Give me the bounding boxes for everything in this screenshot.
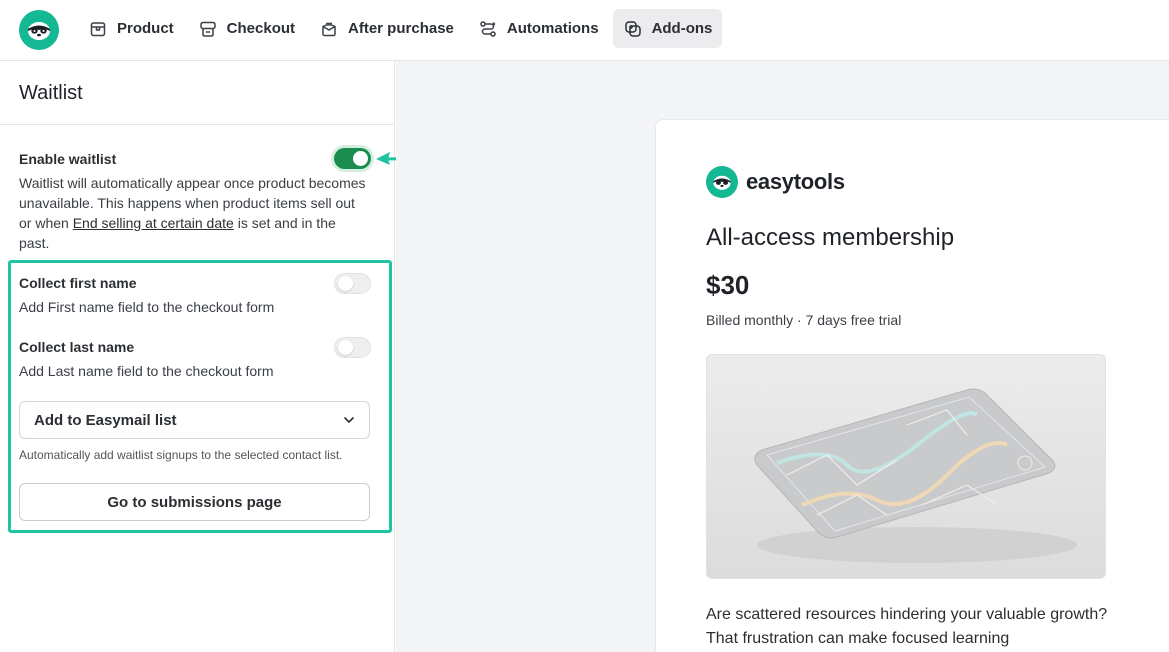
tab-checkout[interactable]: Checkout	[188, 9, 305, 48]
tab-automations[interactable]: Automations	[468, 9, 609, 48]
brand-name: easytools	[746, 169, 845, 194]
tab-label: After purchase	[348, 20, 454, 37]
tab-after-purchase[interactable]: After purchase	[309, 9, 464, 48]
package-icon	[319, 19, 339, 39]
sloth-logo-icon[interactable]	[19, 10, 59, 50]
go-to-submissions-button[interactable]: Go to submissions page	[19, 483, 370, 521]
enable-waitlist-toggle[interactable]	[334, 148, 371, 169]
tab-label: Checkout	[226, 20, 296, 37]
top-navigation-bar: Product Checkout After purchase Automati…	[0, 0, 1169, 61]
tab-product[interactable]: Product	[78, 9, 184, 48]
enable-waitlist-label: Enable waitlist	[19, 151, 117, 167]
nav-tabs: Product Checkout After purchase Automati…	[78, 9, 723, 48]
collect-last-name-toggle[interactable]	[334, 337, 371, 358]
collect-first-name-toggle[interactable]	[334, 273, 371, 294]
collect-first-name-label: Collect first name	[19, 275, 137, 291]
toggle-knob	[338, 340, 353, 355]
product-image	[706, 354, 1106, 579]
collect-last-name-label: Collect last name	[19, 339, 135, 355]
product-title: All-access membership	[706, 224, 955, 251]
brand-header: easytools	[706, 166, 845, 198]
end-selling-date-link[interactable]: End selling at certain date	[73, 215, 234, 231]
easymail-help-text: Automatically add waitlist signups to th…	[19, 448, 343, 462]
collect-last-name-description: Add Last name field to the checkout form	[19, 363, 274, 379]
membership-card-illustration	[754, 388, 1077, 563]
checkout-icon	[198, 19, 218, 39]
tab-label: Automations	[506, 20, 599, 37]
collect-first-name-description: Add First name field to the checkout for…	[19, 299, 275, 315]
panel-header: Waitlist	[0, 61, 394, 125]
billing-info: Billed monthly · 7 days free trial	[706, 312, 902, 328]
addons-icon	[623, 19, 643, 39]
automations-icon	[478, 19, 498, 39]
product-description: Are scattered resources hindering your v…	[706, 606, 1108, 647]
chevron-down-icon	[343, 414, 355, 426]
select-value: Add to Easymail list	[34, 411, 177, 429]
toggle-knob	[353, 151, 368, 166]
box-icon	[88, 19, 108, 39]
sloth-logo-icon	[706, 166, 738, 198]
enable-waitlist-description: Waitlist will automatically appear once …	[19, 173, 369, 253]
easymail-list-select[interactable]: Add to Easymail list	[19, 401, 370, 439]
product-price: $30	[706, 270, 750, 300]
panel-title: Waitlist	[19, 82, 83, 104]
toggle-knob	[338, 276, 353, 291]
tab-label: Product	[117, 20, 174, 37]
tab-add-ons[interactable]: Add-ons	[612, 9, 723, 48]
tab-label: Add-ons	[651, 20, 713, 37]
